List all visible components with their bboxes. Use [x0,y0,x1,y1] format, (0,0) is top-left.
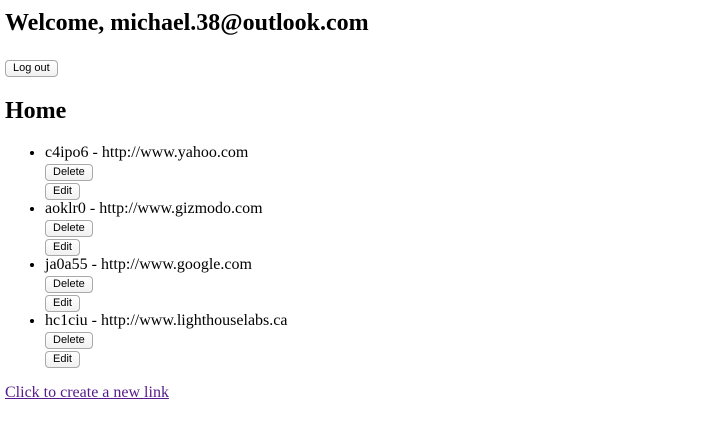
link-entry-text: c4ipo6 - http://www.yahoo.com [45,144,249,161]
edit-button[interactable]: Edit [45,183,80,200]
link-entry-text: aoklr0 - http://www.gizmodo.com [45,200,263,217]
link-entry-text: hc1ciu - http://www.lighthouselabs.ca [45,312,288,329]
list-item: ja0a55 - http://www.google.com Delete Ed… [45,256,287,312]
edit-button[interactable]: Edit [45,239,80,256]
page-title: Home [5,98,67,124]
logout-button[interactable]: Log out [5,60,58,77]
delete-button[interactable]: Delete [45,220,93,237]
link-list: c4ipo6 - http://www.yahoo.com Delete Edi… [5,144,287,368]
delete-button[interactable]: Delete [45,332,93,349]
edit-button[interactable]: Edit [45,351,80,368]
list-item: c4ipo6 - http://www.yahoo.com Delete Edi… [45,144,287,200]
delete-button[interactable]: Delete [45,164,93,181]
link-entry-text: ja0a55 - http://www.google.com [45,256,252,273]
list-item: hc1ciu - http://www.lighthouselabs.ca De… [45,312,287,368]
list-item: aoklr0 - http://www.gizmodo.com Delete E… [45,200,287,256]
welcome-heading: Welcome, michael.38@outlook.com [5,10,369,36]
edit-button[interactable]: Edit [45,295,80,312]
create-link[interactable]: Click to create a new link [5,384,169,402]
delete-button[interactable]: Delete [45,276,93,293]
